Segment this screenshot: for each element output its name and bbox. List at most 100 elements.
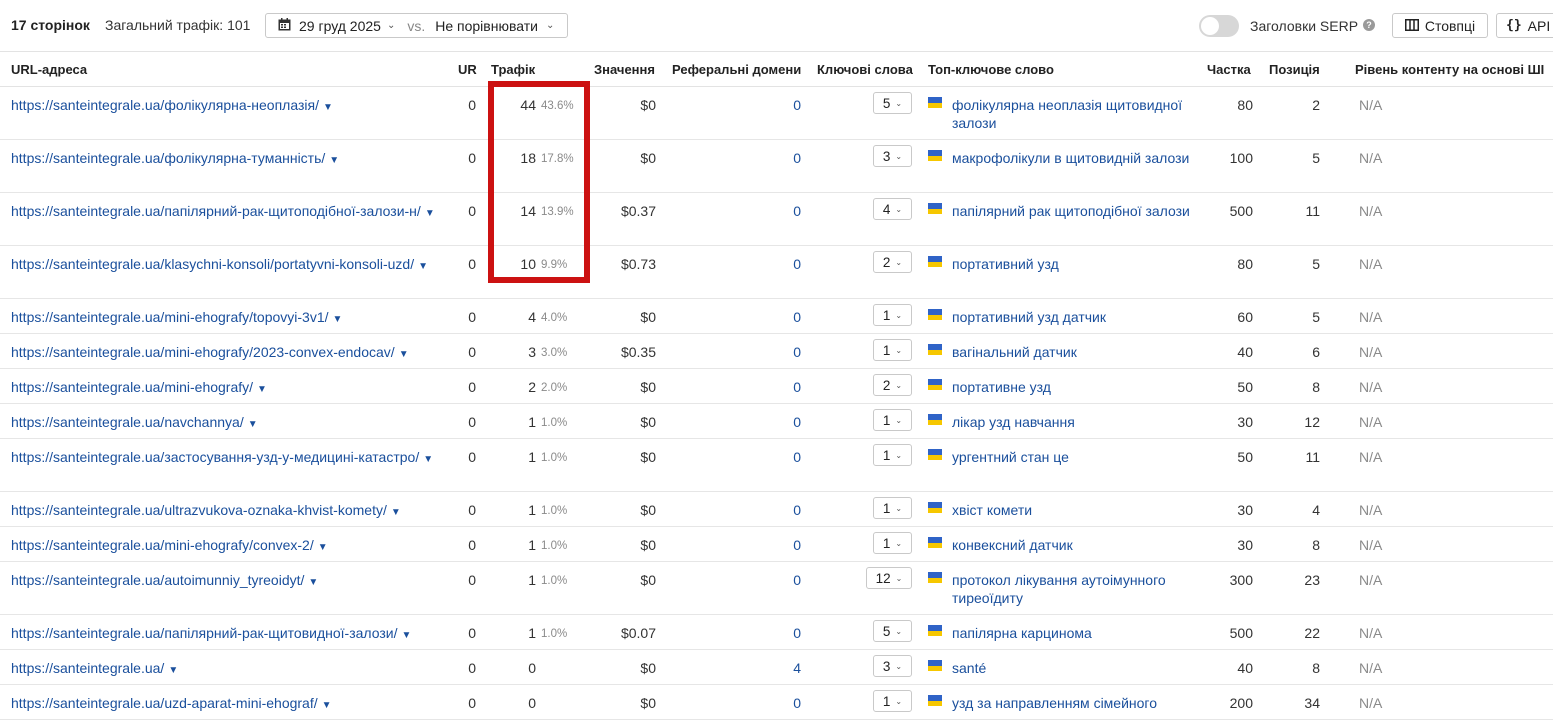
col-header-url[interactable]: URL-адреса — [11, 62, 87, 77]
col-header-share[interactable]: Частка — [1207, 62, 1251, 77]
page-url-link[interactable]: https://santeintegrale.ua/mini-ehografy/… — [11, 536, 441, 557]
col-header-ur[interactable]: UR — [458, 62, 477, 77]
keywords-dropdown[interactable]: 2 ⌄ — [873, 374, 912, 396]
caret-down-icon[interactable]: ▼ — [322, 700, 332, 711]
keywords-dropdown[interactable]: 1 ⌄ — [873, 304, 912, 326]
page-url-link[interactable]: https://santeintegrale.ua/застосування-у… — [11, 448, 441, 469]
keywords-dropdown[interactable]: 5 ⌄ — [873, 92, 912, 114]
columns-label: Стовпці — [1424, 17, 1476, 34]
top-keyword-link[interactable]: папілярний рак щитоподібної залози — [952, 202, 1197, 220]
keywords-dropdown[interactable]: 4 ⌄ — [873, 198, 912, 220]
caret-down-icon[interactable]: ▼ — [248, 419, 258, 430]
top-keyword-link[interactable]: папілярна карцинома — [952, 624, 1197, 642]
col-header-keywords[interactable]: Ключові слова — [817, 62, 913, 77]
top-keyword-link[interactable]: фолікулярна неоплазія щитовидної залози — [952, 96, 1197, 132]
top-keyword-link[interactable]: узд за направленням сімейного — [952, 694, 1197, 712]
ref-domains-link[interactable]: 0 — [760, 149, 801, 167]
traffic-percent: 1.0% — [541, 452, 568, 464]
ref-domains-link[interactable]: 0 — [760, 96, 801, 114]
top-keyword-link[interactable]: макрофолікули в щитовидній залози — [952, 149, 1197, 167]
date-picker-button[interactable]: 29 груд 2025 ⌄ vs. Не порівнювати ⌄ — [265, 13, 568, 38]
keywords-dropdown[interactable]: 1 ⌄ — [873, 444, 912, 466]
page-url-link[interactable]: https://santeintegrale.ua/фолікулярна-ту… — [11, 149, 441, 170]
keywords-dropdown[interactable]: 1 ⌄ — [873, 690, 912, 712]
page-url-link[interactable]: https://santeintegrale.ua/папілярний-рак… — [11, 624, 441, 645]
top-keyword-link[interactable]: лікар узд навчання — [952, 413, 1197, 431]
ai-level-value: N/A — [1359, 256, 1383, 272]
page-url-link[interactable]: https://santeintegrale.ua/mini-ehografy/… — [11, 308, 441, 329]
ref-domains-link[interactable]: 0 — [760, 413, 801, 431]
page-url-link[interactable]: https://santeintegrale.ua/mini-ehografy/… — [11, 343, 441, 364]
ref-domains-link[interactable]: 0 — [760, 571, 801, 589]
top-keyword-link[interactable]: вагінальний датчик — [952, 343, 1197, 361]
caret-down-icon[interactable]: ▼ — [168, 665, 178, 676]
keywords-dropdown[interactable]: 3 ⌄ — [873, 655, 912, 677]
col-header-position[interactable]: Позиція — [1269, 62, 1320, 77]
ref-domains-link[interactable]: 0 — [760, 308, 801, 326]
table-row: https://santeintegrale.ua/фолікулярна-не… — [0, 87, 1553, 140]
col-header-value[interactable]: Значення — [594, 62, 655, 77]
top-keyword-link[interactable]: портативний узд — [952, 255, 1197, 273]
col-header-traffic[interactable]: Трафік — [491, 62, 535, 77]
col-header-ai-level[interactable]: Рівень контенту на основі ШІ — [1355, 62, 1544, 77]
top-keyword-link[interactable]: конвексний датчик — [952, 536, 1197, 554]
keywords-dropdown[interactable]: 3 ⌄ — [873, 145, 912, 167]
keywords-dropdown[interactable]: 1 ⌄ — [873, 532, 912, 554]
url-text: https://santeintegrale.ua/ultrazvukova-o… — [11, 502, 387, 518]
keywords-dropdown[interactable]: 5 ⌄ — [873, 620, 912, 642]
caret-down-icon[interactable]: ▼ — [401, 630, 411, 641]
keywords-dropdown[interactable]: 12 ⌄ — [866, 567, 912, 589]
page-url-link[interactable]: https://santeintegrale.ua/папілярний-рак… — [11, 202, 441, 223]
url-text: https://santeintegrale.ua/ — [11, 660, 165, 676]
ref-domains-link[interactable]: 0 — [760, 202, 801, 220]
caret-down-icon[interactable]: ▼ — [318, 542, 328, 553]
url-text: https://santeintegrale.ua/папілярний-рак… — [11, 203, 421, 219]
page-url-link[interactable]: https://santeintegrale.ua/ultrazvukova-o… — [11, 501, 441, 522]
api-button[interactable]: {} API — [1496, 13, 1553, 38]
help-icon[interactable]: ? — [1363, 19, 1375, 31]
page-url-link[interactable]: https://santeintegrale.ua/klasychni-kons… — [11, 255, 441, 276]
ref-domains-link[interactable]: 0 — [760, 694, 801, 712]
top-keyword-link[interactable]: протокол лікування аутоімунного тиреоїди… — [952, 571, 1197, 607]
page-url-link[interactable]: https://santeintegrale.ua/mini-ehografy/… — [11, 378, 441, 399]
caret-down-icon[interactable]: ▼ — [399, 349, 409, 360]
col-header-ref-domains[interactable]: Реферальні домени — [672, 62, 801, 77]
top-keyword-link[interactable]: santé — [952, 659, 1197, 677]
col-header-top-keyword[interactable]: Топ-ключове слово — [928, 62, 1054, 77]
keywords-dropdown[interactable]: 1 ⌄ — [873, 339, 912, 361]
ref-domains-link[interactable]: 0 — [760, 624, 801, 642]
table-row: https://santeintegrale.ua/mini-ehografy/… — [0, 369, 1553, 404]
caret-down-icon[interactable]: ▼ — [329, 155, 339, 166]
columns-button[interactable]: Стовпці — [1392, 13, 1488, 38]
chevron-down-icon: ⌄ — [895, 204, 903, 214]
page-url-link[interactable]: https://santeintegrale.ua/uzd-aparat-min… — [11, 694, 441, 715]
caret-down-icon[interactable]: ▼ — [308, 577, 318, 588]
compare-value: Не порівнювати — [435, 17, 538, 34]
ref-domains-link[interactable]: 4 — [760, 659, 801, 677]
top-keyword-link[interactable]: ургентний стан це — [952, 448, 1197, 466]
ref-domains-link[interactable]: 0 — [760, 378, 801, 396]
page-url-link[interactable]: https://santeintegrale.ua/navchannya/ ▼ — [11, 413, 441, 434]
caret-down-icon[interactable]: ▼ — [391, 507, 401, 518]
keywords-dropdown[interactable]: 2 ⌄ — [873, 251, 912, 273]
top-keyword-link[interactable]: хвіст комети — [952, 501, 1197, 519]
ref-domains-link[interactable]: 0 — [760, 536, 801, 554]
ref-domains-link[interactable]: 0 — [760, 501, 801, 519]
ref-domains-link[interactable]: 0 — [760, 448, 801, 466]
caret-down-icon[interactable]: ▼ — [323, 102, 333, 113]
page-url-link[interactable]: https://santeintegrale.ua/autoimunniy_ty… — [11, 571, 441, 592]
top-keyword-link[interactable]: портативне узд — [952, 378, 1197, 396]
keywords-dropdown[interactable]: 1 ⌄ — [873, 409, 912, 431]
ref-domains-link[interactable]: 0 — [760, 255, 801, 273]
top-keyword-link[interactable]: портативний узд датчик — [952, 308, 1197, 326]
caret-down-icon[interactable]: ▼ — [418, 261, 428, 272]
caret-down-icon[interactable]: ▼ — [333, 314, 343, 325]
caret-down-icon[interactable]: ▼ — [257, 384, 267, 395]
page-url-link[interactable]: https://santeintegrale.ua/▼ — [11, 659, 441, 680]
keywords-dropdown[interactable]: 1 ⌄ — [873, 497, 912, 519]
page-url-link[interactable]: https://santeintegrale.ua/фолікулярна-не… — [11, 96, 441, 117]
vs-label: vs. — [407, 17, 426, 34]
ref-domains-link[interactable]: 0 — [760, 343, 801, 361]
traffic-percent: 3.0% — [541, 347, 568, 359]
serp-headers-toggle[interactable] — [1199, 15, 1239, 37]
